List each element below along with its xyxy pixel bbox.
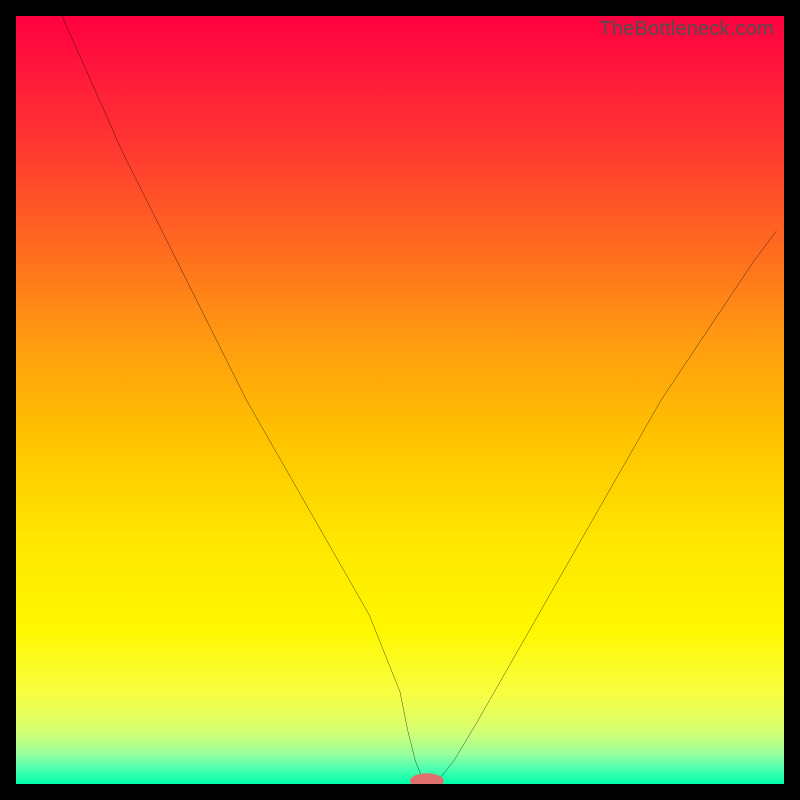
- chart-canvas: TheBottleneck.com: [0, 0, 800, 800]
- optimal-marker: [16, 16, 784, 784]
- plot-area: [16, 16, 784, 784]
